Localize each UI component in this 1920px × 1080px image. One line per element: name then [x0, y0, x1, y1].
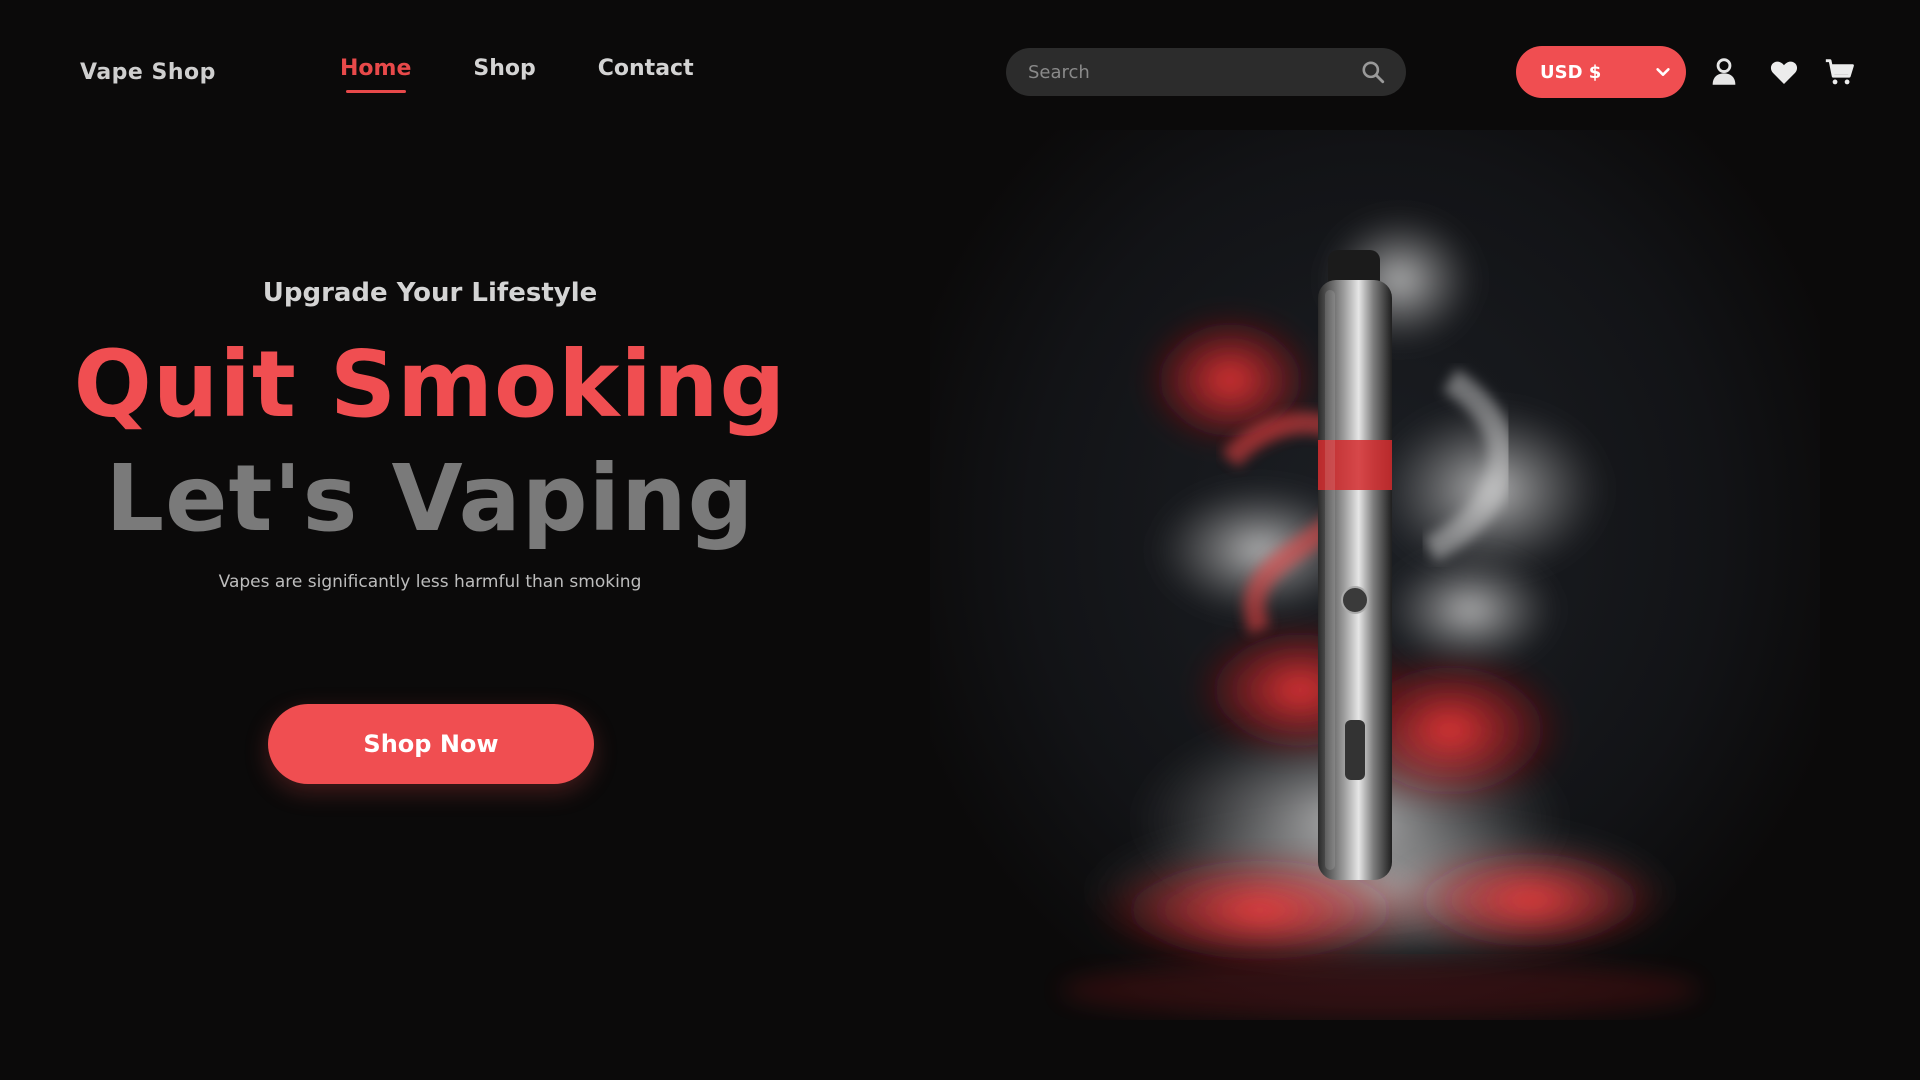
- search-icon[interactable]: [1360, 59, 1386, 85]
- cart-button[interactable]: [1820, 52, 1860, 92]
- chevron-down-icon: [1656, 68, 1670, 76]
- search-input[interactable]: [1026, 60, 1360, 84]
- page: Vape Shop Home Shop Contact USD $: [0, 0, 1920, 1080]
- hero-tagline: Upgrade Your Lifestyle: [262, 278, 598, 308]
- brand-logo[interactable]: Vape Shop: [80, 60, 216, 85]
- nav-item-contact[interactable]: Contact: [598, 56, 694, 93]
- currency-selector[interactable]: USD $: [1516, 46, 1686, 98]
- heart-icon: [1770, 61, 1798, 85]
- main-nav: Home Shop Contact: [340, 56, 694, 93]
- hero-product-image: [930, 130, 1820, 1020]
- account-button[interactable]: [1704, 52, 1744, 92]
- nav-item-home[interactable]: Home: [340, 56, 411, 93]
- hero-section: Upgrade Your Lifestyle Quit Smoking Let'…: [60, 270, 800, 592]
- nav-item-shop[interactable]: Shop: [473, 56, 535, 93]
- header: Vape Shop Home Shop Contact USD $: [0, 0, 1920, 150]
- shop-now-button[interactable]: Shop Now: [268, 704, 594, 784]
- vape-device-illustration: [1060, 210, 1700, 1020]
- cart-icon: [1825, 59, 1854, 85]
- currency-label: USD $: [1540, 61, 1602, 83]
- search-bar: [1006, 48, 1406, 96]
- user-icon: [1712, 58, 1736, 85]
- hero-title-line-1: Quit Smoking: [73, 331, 787, 438]
- wishlist-button[interactable]: [1764, 52, 1804, 92]
- hero-subtext: Vapes are significantly less harmful tha…: [218, 572, 642, 592]
- hero-title-line-2: Let's Vaping: [105, 445, 755, 552]
